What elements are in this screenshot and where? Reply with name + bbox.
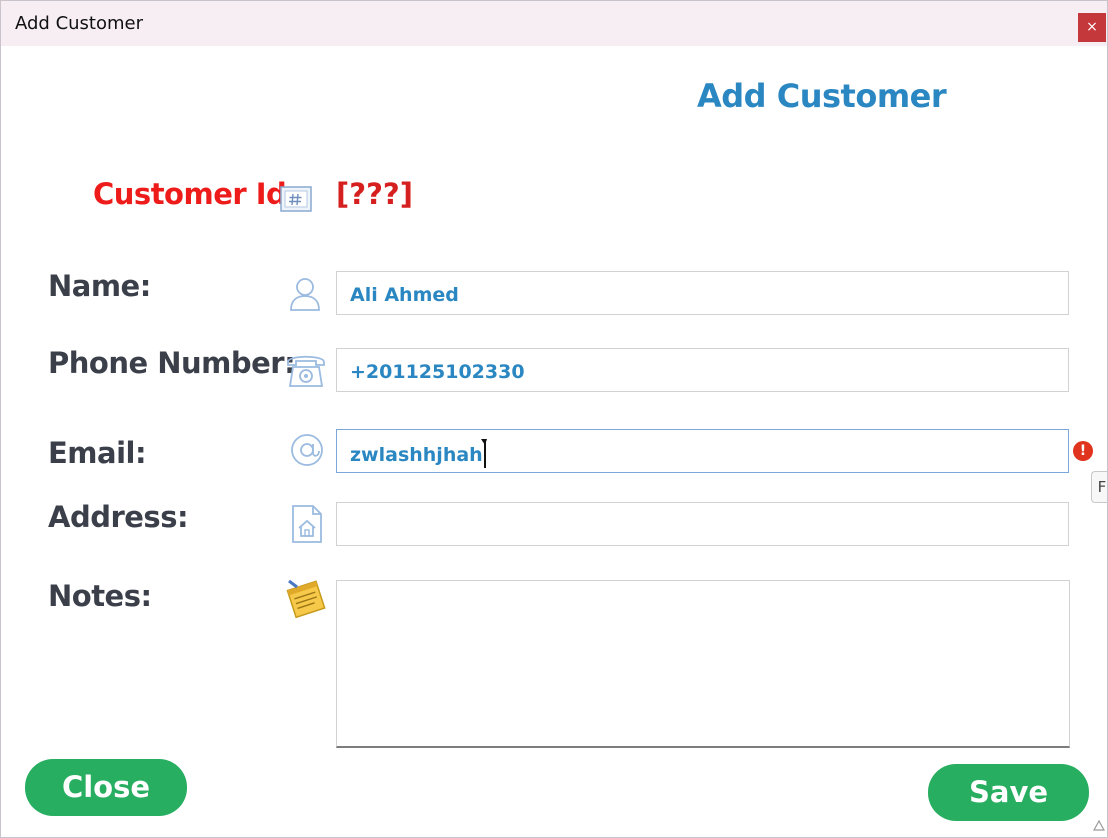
window-close-button[interactable]: × [1078,13,1106,42]
email-label: Email: [48,436,147,470]
text-caret [480,439,487,468]
email-input-value: zwlashhjhah [350,444,483,466]
window-title: Add Customer [15,13,144,34]
save-button[interactable]: Save [928,764,1089,821]
notes-label: Notes: [48,579,152,613]
user-icon [290,278,320,311]
home-document-icon [292,505,322,543]
close-button[interactable]: Close [25,759,187,816]
notepad-icon [286,579,326,619]
error-tooltip-partial: F [1091,471,1107,503]
at-sign-icon [291,434,323,466]
address-label: Address: [48,500,189,534]
address-input[interactable] [336,502,1069,546]
name-input-value: Ali Ahmed [350,284,459,306]
validation-error-icon[interactable]: ! [1073,441,1093,461]
telephone-icon [287,355,325,387]
customer-id-value: [???] [336,177,413,211]
phone-input-value: +201125102330 [350,361,525,383]
hash-icon [280,186,312,212]
phone-input[interactable]: +201125102330 [336,348,1069,392]
name-input[interactable]: Ali Ahmed [336,271,1069,315]
email-input[interactable]: zwlashhjhah [336,429,1069,473]
name-label: Name: [48,269,151,303]
resize-grip-icon[interactable] [1093,819,1105,831]
page-title: Add Customer [697,77,947,115]
title-bar: Add Customer × [1,1,1107,46]
add-customer-window: Add Customer × Add Customer Customer Id:… [0,0,1108,838]
notes-textarea[interactable] [336,580,1070,748]
customer-id-label: Customer Id: [93,177,298,211]
phone-label: Phone Number: [48,346,296,380]
